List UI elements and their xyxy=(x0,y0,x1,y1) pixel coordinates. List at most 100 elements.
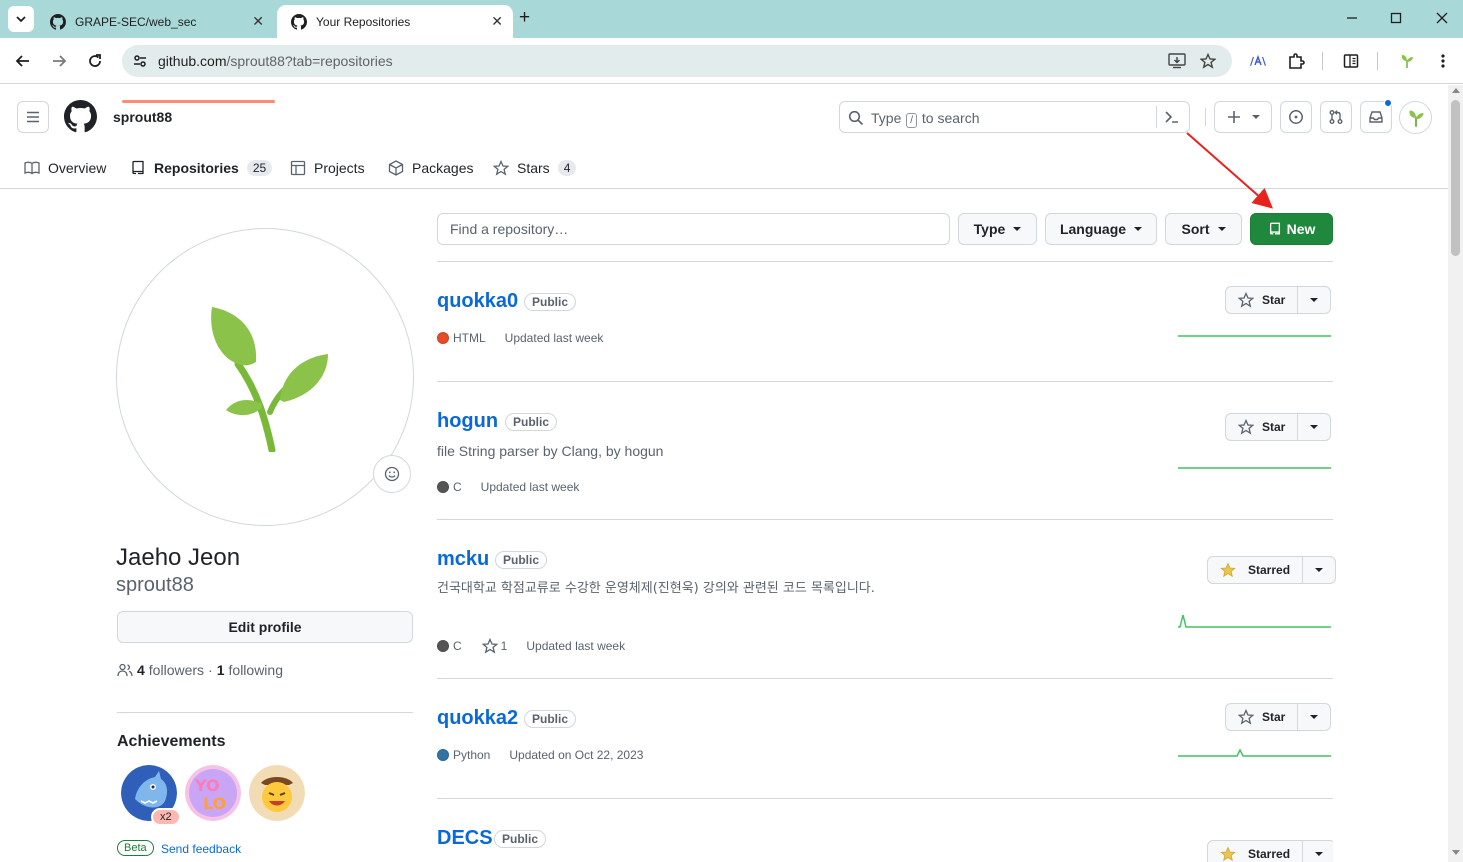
tab-packages[interactable]: Packages xyxy=(388,147,473,189)
starred-button[interactable]: Starred xyxy=(1208,557,1304,583)
svg-text:LO: LO xyxy=(203,794,226,813)
side-panel-icon[interactable] xyxy=(1340,50,1362,72)
reload-icon[interactable] xyxy=(84,50,106,72)
yolo-badge-icon[interactable]: YO LO xyxy=(185,765,241,821)
repo-name-link[interactable]: DECS xyxy=(437,827,493,850)
address-bar[interactable]: github.com/sprout88?tab=repositories xyxy=(122,45,1232,77)
close-tab-icon[interactable]: ✕ xyxy=(491,13,503,29)
star-lists-dropdown[interactable] xyxy=(1303,841,1333,862)
star-outline-icon xyxy=(1238,709,1254,725)
scrollbar-thumb[interactable] xyxy=(1451,100,1460,256)
star-button[interactable]: Star xyxy=(1226,414,1299,440)
tab-label: Packages xyxy=(412,160,474,176)
find-repository-input[interactable] xyxy=(437,213,950,245)
minimize-icon[interactable] xyxy=(1342,8,1362,28)
scroll-down-arrow-icon[interactable] xyxy=(1452,850,1460,855)
profile-sprout-icon[interactable] xyxy=(1396,50,1418,72)
caret-down-icon xyxy=(1315,852,1324,856)
tab-overview[interactable]: Overview xyxy=(24,147,106,189)
site-settings-icon[interactable] xyxy=(132,53,148,74)
tab-projects[interactable]: Projects xyxy=(290,147,365,189)
sidebar-divider xyxy=(117,712,413,713)
star-icon xyxy=(493,160,509,176)
tab-repositories[interactable]: Repositories 25 xyxy=(130,147,273,189)
maximize-icon[interactable] xyxy=(1386,8,1406,28)
star-button[interactable]: Star xyxy=(1226,287,1299,313)
repo-name-link[interactable]: hogun xyxy=(437,410,498,433)
list-divider xyxy=(437,261,1333,262)
forward-arrow-icon[interactable] xyxy=(48,50,70,72)
browser-menu-icon[interactable] xyxy=(1432,50,1454,72)
new-tab-icon[interactable]: + xyxy=(519,8,530,28)
github-logo-icon[interactable] xyxy=(64,100,97,138)
type-filter-button[interactable]: Type xyxy=(958,213,1037,245)
extension-translate-icon[interactable]: / \ xyxy=(1248,50,1270,72)
following-link[interactable]: 1 following xyxy=(217,662,283,678)
star-lists-dropdown[interactable] xyxy=(1298,704,1330,730)
close-window-icon[interactable] xyxy=(1432,8,1452,28)
hamburger-icon xyxy=(27,111,39,123)
global-search-input[interactable]: Type / to search xyxy=(839,101,1190,133)
stargazers-link[interactable]: 1 xyxy=(481,638,507,654)
browser-tab-2-active[interactable]: Your Repositories ✕ xyxy=(277,5,513,38)
repo-meta: Python Updated on Oct 22, 2023 xyxy=(437,748,643,762)
starred-button[interactable]: Starred xyxy=(1208,841,1304,862)
language-filter-button[interactable]: Language xyxy=(1045,213,1157,245)
bookmark-star-icon[interactable] xyxy=(1199,52,1217,74)
set-status-button[interactable] xyxy=(373,455,411,493)
caret-down-icon xyxy=(1134,227,1143,231)
repo-name-link[interactable]: quokka2 xyxy=(437,707,518,730)
repo-name-link[interactable]: quokka0 xyxy=(437,290,518,313)
tab-search-button[interactable] xyxy=(8,6,34,32)
caret-down-icon xyxy=(1013,227,1022,231)
send-feedback-link[interactable]: Send feedback xyxy=(161,842,241,856)
svg-text:YO: YO xyxy=(194,776,220,795)
repo-language: HTML xyxy=(453,331,486,345)
extensions-puzzle-icon[interactable] xyxy=(1285,50,1307,72)
star-button[interactable]: Star xyxy=(1226,704,1299,730)
back-arrow-icon[interactable] xyxy=(12,50,34,72)
browser-tab-1[interactable]: GRAPE-SEC/web_sec ✕ xyxy=(36,5,274,38)
issues-button[interactable] xyxy=(1280,101,1312,133)
tab-title: Your Repositories xyxy=(316,14,411,29)
user-avatar-button[interactable] xyxy=(1399,101,1432,134)
header-username-link[interactable]: sprout88 xyxy=(113,109,172,125)
repo-meta: HTML Updated last week xyxy=(437,331,603,345)
scroll-up-arrow-icon[interactable] xyxy=(1452,88,1460,93)
language-color-dot xyxy=(437,332,449,344)
repo-updated: Updated on Oct 22, 2023 xyxy=(509,748,644,762)
chevron-down-icon xyxy=(16,16,26,23)
notification-dot xyxy=(1384,99,1392,107)
visibility-badge: Public xyxy=(505,413,558,431)
repo-name-link[interactable]: mcku xyxy=(437,548,489,571)
create-new-button[interactable] xyxy=(1214,101,1272,133)
profile-avatar[interactable] xyxy=(116,228,414,526)
url-text[interactable]: github.com/sprout88?tab=repositories xyxy=(158,53,393,69)
tab-stars[interactable]: Stars 4 xyxy=(493,147,577,189)
repo-language: C xyxy=(453,480,462,494)
hamburger-menu-button[interactable] xyxy=(17,101,49,133)
star-button-label: Starred xyxy=(1248,847,1291,861)
package-icon xyxy=(388,160,404,176)
followers-line: 4 followers · 1 following xyxy=(117,662,283,678)
star-lists-dropdown[interactable] xyxy=(1303,557,1335,583)
followers-link[interactable]: 4 followers xyxy=(137,662,204,678)
star-lists-dropdown[interactable] xyxy=(1298,414,1330,440)
pull-request-icon xyxy=(1329,110,1343,124)
toolbar-divider xyxy=(1322,52,1323,70)
caret-down-icon xyxy=(1310,298,1319,302)
close-tab-icon[interactable]: ✕ xyxy=(252,13,264,29)
new-repository-button[interactable]: New xyxy=(1250,213,1333,245)
command-palette-icon[interactable] xyxy=(1164,109,1180,130)
visibility-badge: Public xyxy=(495,551,548,569)
edit-profile-button[interactable]: Edit profile xyxy=(117,611,413,643)
sort-filter-button[interactable]: Sort xyxy=(1165,213,1242,245)
star-button-group: Star xyxy=(1225,286,1332,314)
quickdraw-badge-icon[interactable] xyxy=(249,765,305,821)
pull-requests-button[interactable] xyxy=(1320,101,1352,133)
search-placeholder: Type / to search xyxy=(871,110,980,128)
repo-language: Python xyxy=(453,748,491,762)
star-lists-dropdown[interactable] xyxy=(1298,287,1330,313)
plus-icon xyxy=(1228,111,1240,123)
install-app-icon[interactable] xyxy=(1168,53,1186,74)
